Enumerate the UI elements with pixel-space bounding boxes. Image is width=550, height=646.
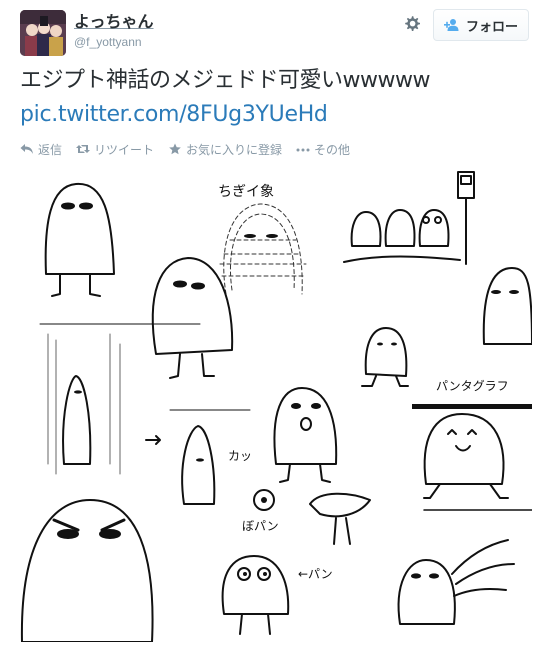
user-names: よっちゃん @f_yottyann bbox=[74, 13, 154, 50]
follow-button-label: フォロー bbox=[465, 18, 518, 34]
follow-button[interactable]: フォロー bbox=[433, 9, 529, 41]
tweet-media-link[interactable]: pic.twitter.com/8FUg3YUeHd bbox=[20, 100, 328, 130]
winged-medjed-drawing bbox=[397, 539, 515, 625]
screen-name[interactable]: @f_yottyann bbox=[74, 34, 154, 50]
three-medjeds-drawing bbox=[343, 209, 461, 263]
medjed-drawing bbox=[151, 257, 234, 379]
medjed-drawing bbox=[44, 182, 115, 297]
annotation-panta: パンタグラフ bbox=[436, 379, 509, 393]
tweet-header: よっちゃん @f_yottyann フォロー bbox=[0, 0, 550, 62]
reply-icon bbox=[20, 143, 34, 155]
reply-label: 返信 bbox=[38, 142, 63, 157]
add-user-icon bbox=[443, 18, 460, 32]
favorite-action[interactable]: お気に入りに登録 bbox=[168, 141, 282, 158]
blurred-medjed-drawing bbox=[219, 203, 307, 295]
annotation-pan: ←パン bbox=[298, 567, 333, 581]
retweet-action[interactable]: リツイート bbox=[76, 141, 154, 158]
retweet-icon bbox=[76, 143, 91, 155]
more-action[interactable]: その他 bbox=[296, 141, 350, 158]
tweet-actions: 返信 リツイート お気に入りに登録 その他 bbox=[20, 139, 364, 159]
display-name[interactable]: よっちゃん bbox=[74, 13, 154, 33]
annotation-chigiri: ちぎイ象 bbox=[218, 184, 274, 200]
gear-icon[interactable] bbox=[401, 13, 423, 35]
pantograph-medjed-drawing bbox=[423, 413, 533, 511]
retweet-label: リツイート bbox=[94, 142, 155, 157]
favorite-label: お気に入りに登録 bbox=[186, 142, 283, 157]
tweet-text: エジプト神話のメジェドド可愛いwwwww bbox=[20, 68, 430, 93]
annotation-bapon: ぼパン bbox=[242, 519, 279, 533]
tweet-media-image[interactable]: ちぎイ象 パンタグラフ カッ ぼパン ←パン bbox=[20, 164, 533, 643]
annotation-katsu: カッ bbox=[228, 449, 252, 463]
medjed-drawing bbox=[221, 555, 290, 635]
angry-medjed-drawing bbox=[20, 499, 154, 643]
reply-action[interactable]: 返信 bbox=[20, 141, 62, 158]
more-icon bbox=[296, 143, 310, 155]
star-icon bbox=[168, 143, 182, 155]
medjed-drawing bbox=[273, 387, 338, 483]
user-avatar[interactable] bbox=[20, 10, 66, 56]
more-label: その他 bbox=[314, 142, 351, 157]
